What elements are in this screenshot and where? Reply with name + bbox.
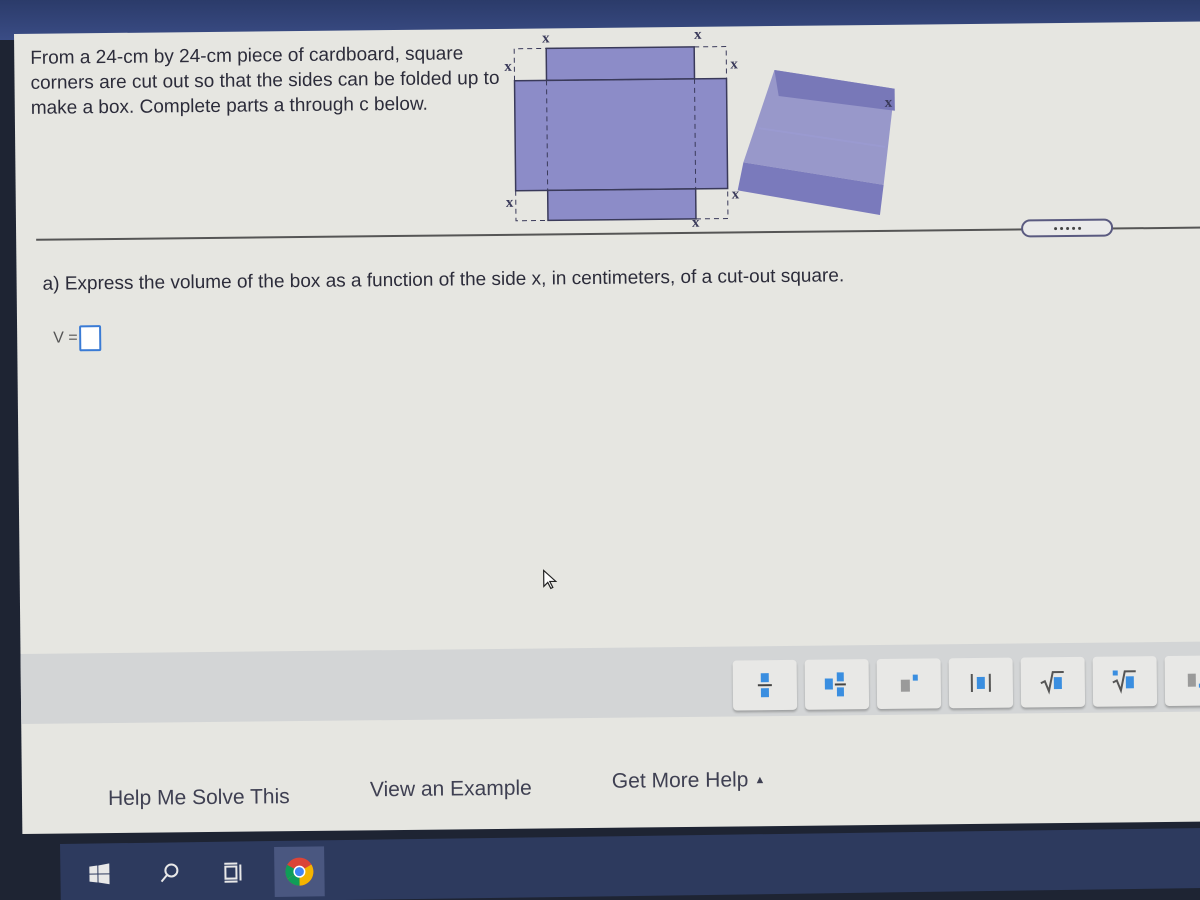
- x-label: x: [504, 59, 512, 75]
- windows-taskbar: [60, 827, 1200, 900]
- help-links: Help Me Solve This View an Example Get M…: [22, 743, 1200, 816]
- task-view-icon: [224, 862, 242, 883]
- mouse-cursor-icon: [543, 569, 558, 590]
- mixed-number-button[interactable]: [804, 659, 870, 710]
- math-toolbar: [20, 641, 1200, 724]
- expand-handle-button[interactable]: [1020, 218, 1114, 238]
- cardboard-diagram: x x x x x x x x x: [504, 27, 895, 229]
- search-icon: [160, 863, 179, 883]
- box-height-x-label: x: [885, 95, 893, 111]
- volume-label: V =: [53, 329, 78, 347]
- fraction-button[interactable]: [732, 659, 798, 711]
- part-a-question: a) Express the volume of the box as a fu…: [42, 265, 845, 295]
- volume-answer-input[interactable]: [79, 325, 102, 352]
- problem-page: From a 24-cm by 24-cm piece of cardboard…: [14, 21, 1200, 834]
- square-root-icon: [1040, 671, 1064, 695]
- chrome-icon: [285, 857, 314, 886]
- caret-up-icon: ▲: [754, 774, 766, 787]
- x-label: x: [694, 27, 702, 43]
- answer-row: V =: [53, 325, 102, 352]
- get-more-help-label: Get More Help: [611, 768, 749, 793]
- decimal-icon: [1187, 673, 1200, 688]
- absolute-value-button[interactable]: [948, 657, 1014, 709]
- x-label: x: [548, 224, 556, 229]
- cardboard-net: [513, 46, 729, 222]
- x-label: x: [506, 195, 514, 211]
- folded-box: [737, 70, 895, 215]
- square-root-button[interactable]: [1020, 656, 1086, 708]
- view-an-example-link[interactable]: View an Example: [370, 777, 532, 803]
- decimal-button[interactable]: [1164, 655, 1200, 706]
- fraction-icon: [757, 673, 772, 698]
- exponent-button[interactable]: [876, 658, 942, 709]
- problem-statement: From a 24-cm by 24-cm piece of cardboard…: [30, 43, 500, 119]
- mixed-number-icon: [824, 672, 846, 697]
- x-label: x: [692, 215, 700, 229]
- exponent-icon: [900, 674, 918, 692]
- windows-icon: [89, 863, 110, 885]
- nth-root-icon: [1112, 670, 1136, 694]
- x-label: x: [542, 30, 550, 46]
- absolute-value-icon: [970, 673, 991, 693]
- ellipsis-icon: [1053, 226, 1057, 230]
- x-label: x: [730, 56, 738, 72]
- nth-root-button[interactable]: [1092, 656, 1158, 707]
- search-button[interactable]: [144, 848, 195, 899]
- chrome-taskbar-button[interactable]: [274, 846, 325, 898]
- task-view-button[interactable]: [208, 847, 259, 898]
- get-more-help-button[interactable]: Get More Help ▲: [612, 768, 766, 794]
- start-button[interactable]: [74, 849, 125, 900]
- help-me-solve-this-link[interactable]: Help Me Solve This: [108, 785, 290, 811]
